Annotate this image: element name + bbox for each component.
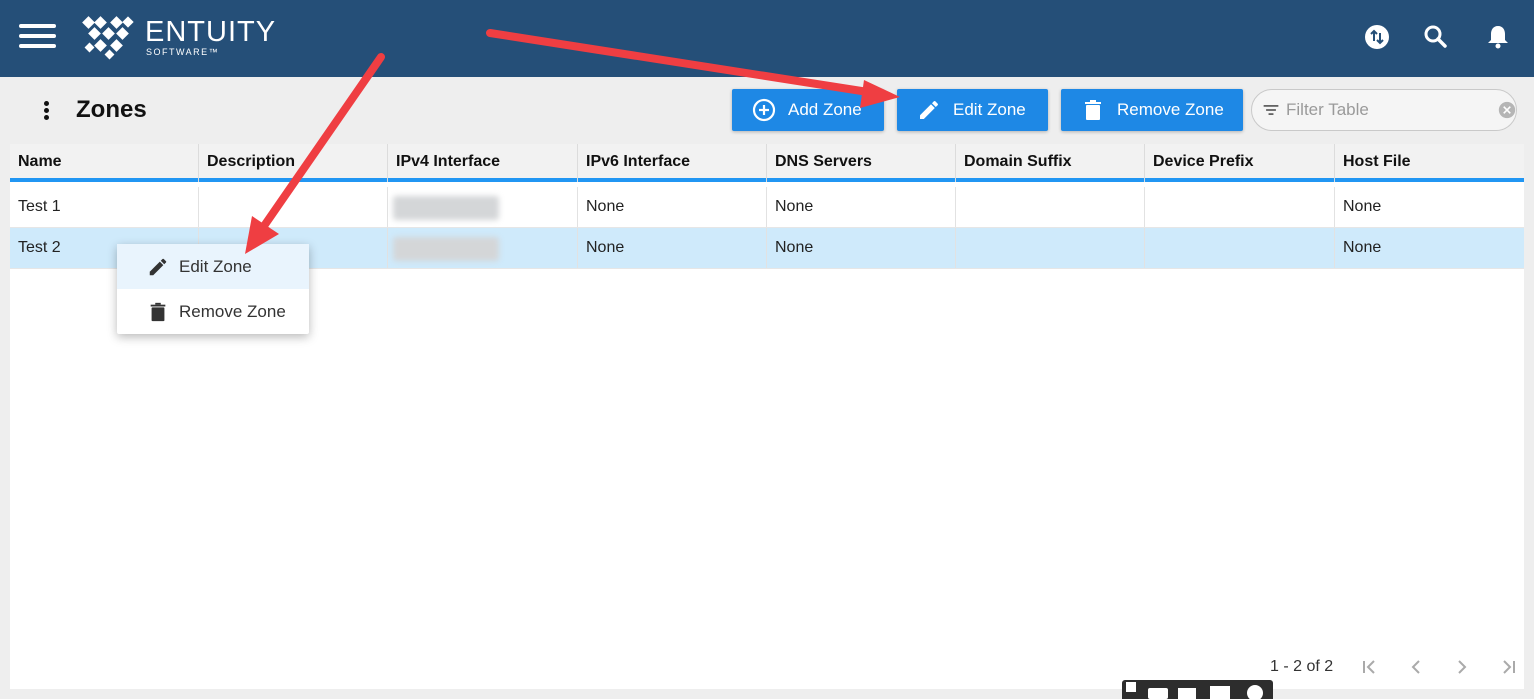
cell-description (199, 187, 388, 227)
column-header-domain-suffix[interactable]: Domain Suffix (956, 144, 1145, 182)
pagination: 1 - 2 of 2 (1270, 654, 1531, 680)
add-zone-label: Add Zone (788, 100, 862, 119)
pencil-icon (149, 258, 167, 275)
cell-ipv6: None (578, 228, 767, 268)
capture-toolbar (1122, 680, 1273, 699)
video-icon[interactable] (1178, 688, 1196, 699)
redacted-value (393, 196, 499, 220)
next-page-icon[interactable] (1439, 654, 1485, 680)
filter-table (1251, 89, 1517, 131)
filter-input[interactable] (1286, 100, 1476, 120)
context-remove-zone-label: Remove Zone (179, 301, 286, 321)
redacted-value (393, 237, 499, 261)
zones-table: Name Description IPv4 Interface IPv6 Int… (10, 144, 1524, 689)
column-header-dns[interactable]: DNS Servers (767, 144, 956, 182)
column-header-device-prefix[interactable]: Device Prefix (1145, 144, 1335, 182)
image-icon[interactable] (1210, 686, 1230, 699)
remove-zone-button[interactable]: Remove Zone (1061, 89, 1243, 131)
menu-icon[interactable] (19, 24, 56, 49)
first-page-icon[interactable] (1347, 654, 1393, 680)
cell-dns: None (767, 187, 956, 227)
edit-zone-button[interactable]: Edit Zone (897, 89, 1048, 131)
cell-host-file: None (1343, 198, 1382, 215)
row-context-menu: Edit Zone Remove Zone (117, 244, 309, 334)
sync-icon[interactable] (1362, 22, 1392, 52)
entuity-logo-icon (82, 16, 134, 60)
page-title: Zones (76, 96, 147, 123)
table-header: Name Description IPv4 Interface IPv6 Int… (10, 144, 1524, 182)
app-header: ENTUITY SOFTWARE™ (0, 0, 1534, 77)
cell-ipv6: None (578, 187, 767, 227)
add-zone-button[interactable]: Add Zone (732, 89, 884, 131)
context-edit-zone-label: Edit Zone (179, 256, 252, 276)
context-edit-zone[interactable]: Edit Zone (117, 244, 309, 289)
brand-subtitle: SOFTWARE™ (146, 47, 220, 57)
cell-device-prefix (1145, 228, 1335, 268)
cell-ipv4 (388, 187, 578, 227)
pagination-range: 1 - 2 of 2 (1270, 658, 1334, 675)
last-page-icon[interactable] (1485, 654, 1531, 680)
brand-logo: ENTUITY SOFTWARE™ (82, 14, 282, 62)
pin-icon[interactable] (1126, 682, 1136, 692)
filter-icon (1263, 105, 1279, 115)
column-header-name[interactable]: Name (10, 144, 199, 182)
table-row[interactable]: Test 1 None None None (10, 187, 1524, 228)
cell-device-prefix (1145, 187, 1335, 227)
bell-icon[interactable] (1483, 22, 1513, 52)
column-header-ipv4[interactable]: IPv4 Interface (388, 144, 578, 182)
page-menu-icon[interactable] (33, 95, 59, 125)
trash-icon (150, 302, 166, 321)
previous-page-icon[interactable] (1393, 654, 1439, 680)
context-remove-zone[interactable]: Remove Zone (117, 289, 309, 334)
column-header-ipv6[interactable]: IPv6 Interface (578, 144, 767, 182)
add-circle-icon (752, 98, 776, 122)
column-header-host-file[interactable]: Host File (1335, 144, 1524, 182)
cell-dns: None (767, 228, 956, 268)
trash-icon (1085, 100, 1101, 120)
cell-domain-suffix (956, 228, 1145, 268)
gear-icon[interactable] (1247, 685, 1263, 699)
remove-zone-label: Remove Zone (1117, 100, 1224, 119)
edit-zone-label: Edit Zone (953, 100, 1026, 119)
brand-name: ENTUITY (145, 16, 277, 48)
cell-host-file: None (1343, 239, 1382, 256)
column-header-description[interactable]: Description (199, 144, 388, 182)
camera-icon[interactable] (1148, 688, 1168, 699)
cell-name: Test 1 (10, 187, 199, 227)
clear-filter-icon[interactable] (1498, 99, 1516, 121)
search-icon[interactable] (1421, 22, 1451, 52)
cell-domain-suffix (956, 187, 1145, 227)
cell-ipv4 (388, 228, 578, 268)
pencil-icon (920, 101, 938, 119)
